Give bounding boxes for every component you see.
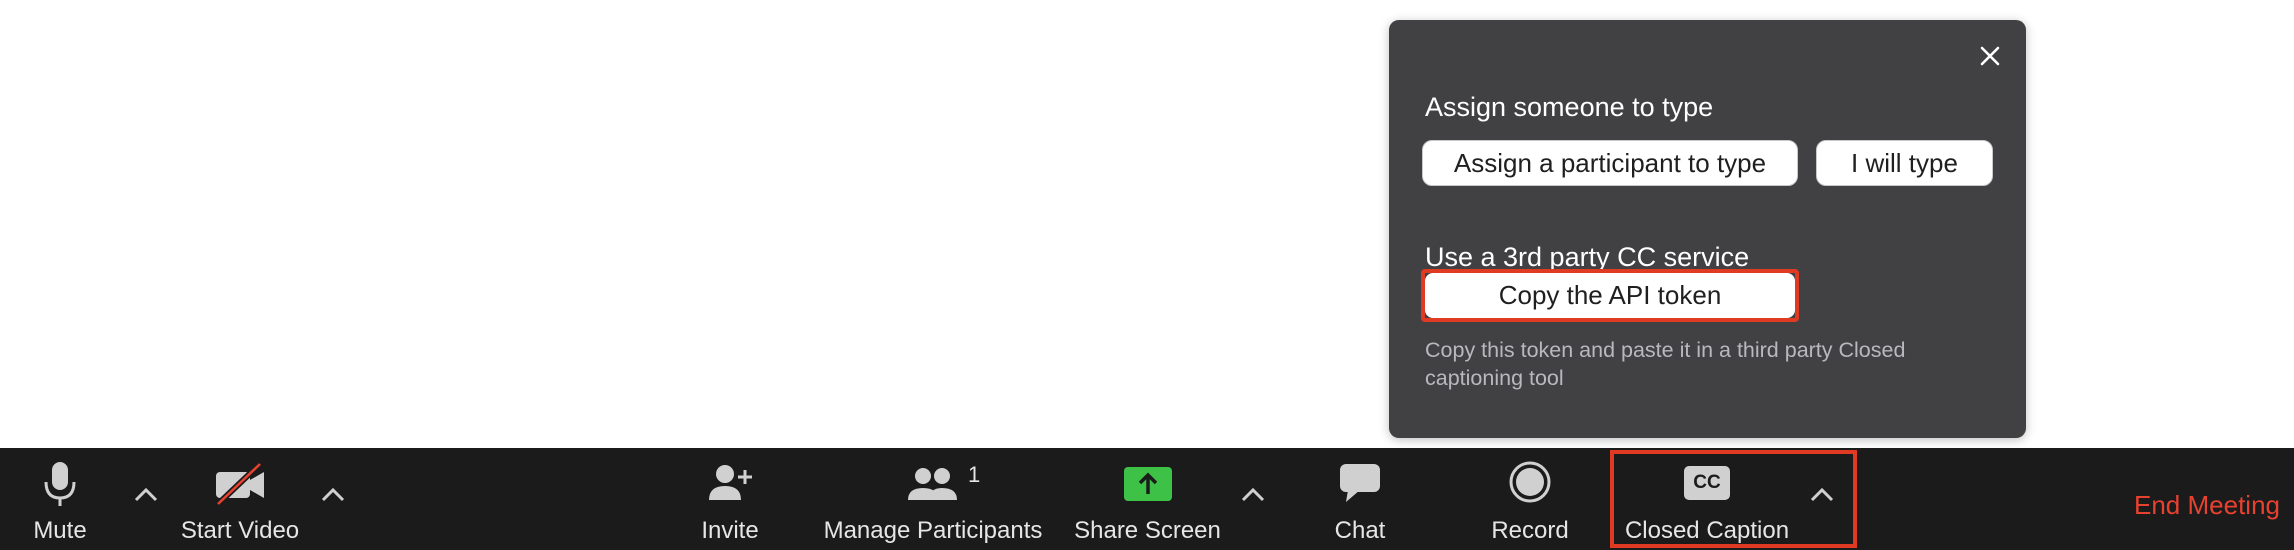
audio-options-caret[interactable]	[131, 483, 161, 507]
end-meeting-button[interactable]: End Meeting	[2120, 490, 2294, 521]
caret-up-icon	[321, 487, 345, 502]
copy-token-description: Copy this token and paste it in a third …	[1425, 338, 1906, 390]
share-screen-button[interactable]: Share Screen	[1070, 448, 1225, 550]
chat-icon	[1338, 460, 1382, 513]
caption-options-caret[interactable]	[1807, 483, 1837, 507]
meeting-toolbar: Mute Start Video Invite 1 Manage Partici…	[0, 448, 2294, 550]
closed-caption-label: Closed Caption	[1624, 517, 1790, 544]
manage-participants-label: Manage Participants	[823, 517, 1043, 544]
participant-count-badge: 1	[968, 462, 981, 487]
cc-icon-text: CC	[1684, 466, 1730, 500]
closed-caption-icon: CC	[1684, 466, 1730, 500]
record-button[interactable]: Record	[1480, 448, 1580, 550]
participants-icon	[905, 460, 961, 513]
closed-caption-popup: Assign someone to type Assign a particip…	[1389, 20, 2026, 438]
video-off-icon	[212, 460, 268, 513]
assign-participant-button[interactable]: Assign a participant to type	[1422, 140, 1798, 186]
share-screen-icon	[1123, 466, 1173, 507]
invite-button[interactable]: Invite	[680, 448, 780, 550]
invite-label: Invite	[701, 517, 759, 544]
start-video-label: Start Video	[180, 517, 300, 544]
caret-up-icon	[134, 487, 158, 502]
chat-label: Chat	[1334, 517, 1386, 544]
assign-heading: Assign someone to type	[1425, 92, 1714, 122]
manage-participants-button[interactable]: 1 Manage Participants	[818, 448, 1048, 550]
third-party-heading: Use a 3rd party CC service	[1425, 242, 1750, 272]
chat-button[interactable]: Chat	[1310, 448, 1410, 550]
close-icon[interactable]	[1974, 40, 2006, 72]
record-label: Record	[1491, 517, 1569, 544]
i-will-type-button[interactable]: I will type	[1816, 140, 1993, 186]
caret-up-icon	[1810, 487, 1834, 502]
share-options-caret[interactable]	[1238, 483, 1268, 507]
share-screen-label: Share Screen	[1074, 517, 1221, 544]
closed-caption-button[interactable]: CC Closed Caption	[1614, 448, 1800, 550]
mute-button[interactable]: Mute	[0, 448, 120, 550]
video-options-caret[interactable]	[318, 483, 348, 507]
start-video-button[interactable]: Start Video	[170, 448, 310, 550]
copy-api-token-button[interactable]: Copy the API token	[1425, 273, 1795, 318]
record-icon	[1508, 460, 1552, 513]
caret-up-icon	[1241, 487, 1265, 502]
add-person-icon	[705, 460, 755, 513]
mute-label: Mute	[33, 517, 87, 544]
microphone-icon	[40, 460, 80, 513]
